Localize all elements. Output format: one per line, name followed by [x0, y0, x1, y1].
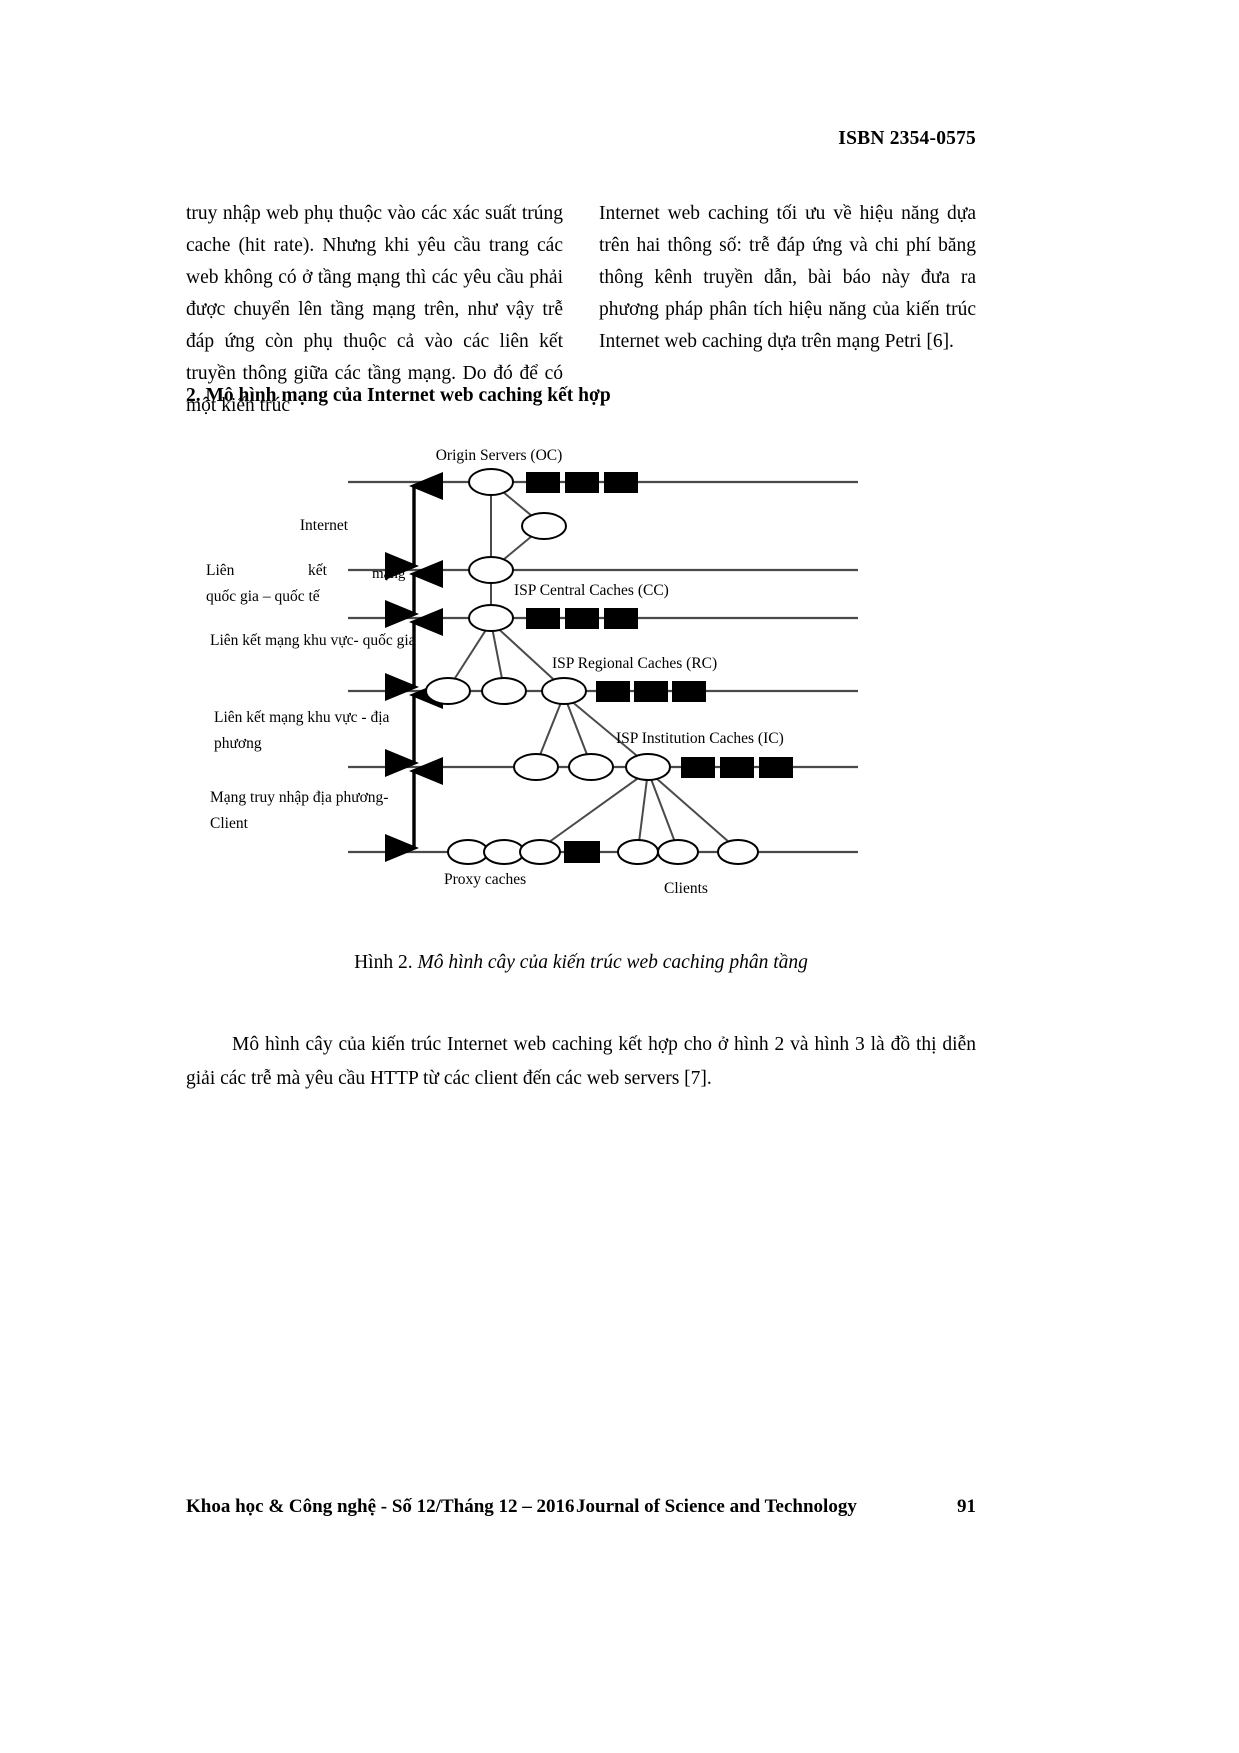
server-block — [526, 472, 560, 493]
tier-label-access-1: Mạng truy nhập địa phương- — [210, 789, 388, 806]
node-internet-relay — [521, 512, 567, 540]
node-national-link — [468, 556, 514, 584]
cache-block — [596, 681, 630, 702]
label-isp-institution-caches: ISP Institution Caches (IC) — [616, 730, 784, 747]
figure-caption: Hình 2. Mô hình cây của kiến trúc web ca… — [186, 948, 976, 978]
node-regional — [425, 677, 471, 705]
document-page: ISBN 2354-0575 truy nhập web phụ thuộc v… — [0, 0, 1239, 1753]
node-institution — [513, 753, 559, 781]
right-column-paragraph: Internet web caching tối ưu về hiệu năng… — [599, 203, 976, 352]
figure-caption-prefix: Hình 2. — [354, 952, 418, 973]
tier-label-national-part2: kết — [308, 562, 328, 579]
node-isp-regional-cache — [541, 677, 587, 705]
node-client — [657, 839, 699, 865]
figure-caption-title: Mô hình cây của kiến trúc web caching ph… — [417, 952, 808, 973]
cache-block — [681, 757, 715, 778]
server-block — [604, 472, 638, 493]
tier-label-regional-national: Liên kết mạng khu vực- quốc gia — [210, 632, 416, 649]
node-client — [717, 839, 759, 865]
cache-block — [565, 608, 599, 629]
cache-block — [526, 608, 560, 629]
label-proxy-caches: Proxy caches — [444, 871, 526, 888]
label-isp-regional-caches: ISP Regional Caches (RC) — [552, 655, 717, 672]
isbn-text: ISBN 2354-0575 — [838, 128, 976, 149]
label-clients: Clients — [664, 880, 708, 897]
diagram-node-labels: Origin Servers (OC) ISP Central Caches (… — [436, 447, 784, 897]
cache-block — [672, 681, 706, 702]
footer-journal-vn: Khoa học & Công nghệ - Số 12/Tháng 12 – … — [186, 1496, 575, 1517]
figure-diagram: Origin Servers (OC) ISP Central Caches (… — [186, 440, 1056, 910]
cache-block — [720, 757, 754, 778]
trailing-text: Mô hình cây của kiến trúc Internet web c… — [186, 1028, 976, 1096]
label-isp-central-caches: ISP Central Caches (CC) — [514, 582, 669, 599]
node-isp-institution-cache — [625, 753, 671, 781]
node-proxy-cache — [447, 839, 489, 865]
trailing-paragraph: Mô hình cây của kiến trúc Internet web c… — [186, 1034, 976, 1089]
tier-label-regional-local-2: phương — [214, 735, 262, 752]
node-institution — [568, 753, 614, 781]
tier-label-national-part3: mạng — [372, 566, 406, 582]
server-block — [565, 472, 599, 493]
footer-page-number: 91 — [957, 1496, 976, 1517]
page-header: ISBN 2354-0575 — [186, 128, 976, 150]
cache-block — [634, 681, 668, 702]
tier-label-internet: Internet — [300, 517, 349, 534]
tier-label-national-part1: Liên — [206, 562, 235, 579]
node-origin-server — [468, 468, 514, 496]
node-regional — [481, 677, 527, 705]
node-proxy-cache — [483, 839, 525, 865]
diagram-tier-labels: Internet Liên kết mạng quốc gia – quốc t… — [206, 517, 416, 832]
node-isp-central-cache — [468, 604, 514, 632]
section-heading: 2. Mô hình mạng của Internet web caching… — [186, 385, 611, 406]
cache-block — [604, 608, 638, 629]
tier-label-access-2: Client — [210, 815, 249, 832]
proxy-cache-block — [564, 841, 600, 863]
cache-block — [759, 757, 793, 778]
footer-journal-en: Journal of Science and Technology — [576, 1496, 857, 1517]
page-footer: Khoa học & Công nghệ - Số 12/Tháng 12 – … — [186, 1496, 976, 1518]
tier-label-regional-local-1: Liên kết mạng khu vực - địa — [214, 709, 390, 726]
label-origin-servers: Origin Servers (OC) — [436, 447, 563, 464]
node-proxy-cache — [519, 839, 561, 865]
tier-label-national-part4: quốc gia – quốc tế — [206, 588, 321, 605]
node-client — [617, 839, 659, 865]
right-column: Internet web caching tối ưu về hiệu năng… — [599, 198, 976, 422]
